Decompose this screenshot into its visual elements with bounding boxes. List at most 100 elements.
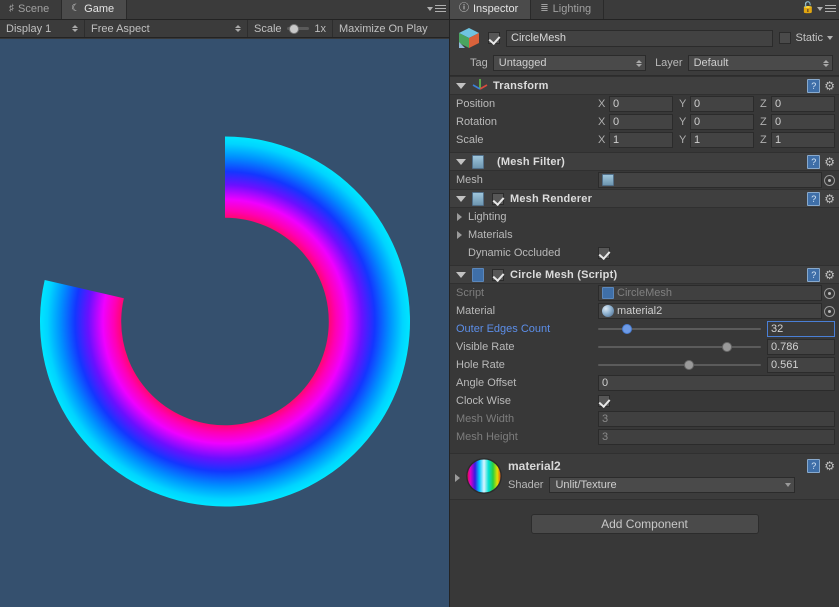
dynamic-occluded-checkbox[interactable] bbox=[598, 247, 610, 259]
rotation-x-input[interactable]: 0 bbox=[609, 114, 673, 130]
scale-x-input[interactable]: 1 bbox=[609, 132, 673, 148]
shader-dropdown[interactable]: Unlit/Texture bbox=[549, 477, 795, 493]
help-book-icon[interactable]: ? bbox=[807, 79, 821, 93]
component-header-mesh-filter[interactable]: (Mesh Filter) ? ⚙ bbox=[450, 152, 839, 171]
mesh-renderer-materials-foldout[interactable]: Materials bbox=[450, 226, 839, 244]
scale-y-input[interactable]: 1 bbox=[690, 132, 754, 148]
gameobject-enabled-checkbox[interactable] bbox=[488, 32, 500, 44]
gameobject-name-input[interactable]: CircleMesh bbox=[506, 29, 774, 47]
foldout-arrow-icon[interactable] bbox=[456, 195, 466, 202]
tag-dropdown[interactable]: Untagged bbox=[492, 55, 647, 71]
tab-lighting[interactable]: ≣ Lighting bbox=[531, 0, 605, 19]
script-object-picker-icon bbox=[824, 287, 835, 299]
game-view-panel: ♯ Scene ☾ Game Display 1 Free Aspect Sca… bbox=[0, 0, 449, 607]
help-book-icon[interactable]: ? bbox=[807, 268, 821, 282]
component-header-icons[interactable]: ? ⚙ bbox=[807, 79, 835, 93]
foldout-arrow-icon[interactable] bbox=[457, 231, 462, 239]
foldout-arrow-icon[interactable] bbox=[455, 474, 460, 482]
display-dropdown[interactable]: Display 1 bbox=[0, 20, 85, 37]
chevron-down-icon[interactable] bbox=[827, 36, 833, 40]
inspector-tab-controls[interactable]: 🔓 bbox=[801, 3, 836, 14]
material-value: material2 bbox=[617, 305, 663, 317]
mesh-renderer-lighting-foldout[interactable]: Lighting bbox=[450, 208, 839, 226]
help-book-icon[interactable]: ? bbox=[807, 192, 821, 206]
visible-rate-input[interactable]: 0.786 bbox=[767, 339, 835, 355]
script-object-field: CircleMesh bbox=[598, 285, 822, 301]
scale-slider-group[interactable]: Scale 1x bbox=[248, 20, 333, 37]
angle-offset-input[interactable]: 0 bbox=[598, 375, 835, 391]
ring-arc-path bbox=[39, 136, 410, 507]
foldout-arrow-icon[interactable] bbox=[456, 158, 466, 165]
maximize-on-play-toggle[interactable]: Maximize On Play bbox=[333, 20, 434, 37]
updown-arrows-icon bbox=[72, 25, 78, 32]
hole-rate-slider[interactable] bbox=[598, 360, 761, 370]
add-component-button[interactable]: Add Component bbox=[530, 514, 759, 534]
static-checkbox[interactable] bbox=[779, 32, 792, 44]
gear-icon[interactable]: ⚙ bbox=[824, 193, 835, 205]
script-enabled-checkbox[interactable] bbox=[492, 268, 504, 281]
grid-icon: ♯ bbox=[9, 3, 14, 14]
lock-icon[interactable]: 🔓 bbox=[801, 3, 815, 14]
layer-dropdown[interactable]: Default bbox=[687, 55, 833, 71]
scale-z-input[interactable]: 1 bbox=[771, 132, 835, 148]
foldout-arrow-icon[interactable] bbox=[456, 271, 466, 278]
material-object-picker-icon[interactable] bbox=[824, 305, 835, 317]
tab-game[interactable]: ☾ Game bbox=[62, 0, 128, 19]
hole-rate-slider-knob[interactable] bbox=[684, 360, 695, 370]
tab-inspector[interactable]: ⓘ Inspector bbox=[450, 0, 532, 19]
help-book-icon[interactable]: ? bbox=[807, 459, 821, 473]
gear-icon[interactable]: ⚙ bbox=[824, 80, 835, 92]
component-header-icons[interactable]: ? ⚙ bbox=[807, 155, 835, 169]
clock-wise-checkbox[interactable] bbox=[598, 395, 610, 407]
scale-slider-knob[interactable] bbox=[289, 23, 300, 34]
foldout-arrow-icon[interactable] bbox=[456, 82, 466, 89]
position-y-input[interactable]: 0 bbox=[690, 96, 754, 112]
aspect-dropdown[interactable]: Free Aspect bbox=[85, 20, 248, 37]
material-object-field[interactable]: material2 bbox=[598, 303, 822, 319]
visible-rate-slider-knob[interactable] bbox=[721, 342, 732, 352]
mesh-object-field[interactable] bbox=[598, 172, 822, 188]
mesh-width-label: Mesh Width bbox=[456, 413, 515, 425]
gear-icon[interactable]: ⚙ bbox=[824, 156, 835, 168]
transform-title: Transform bbox=[493, 79, 549, 92]
tab-scene[interactable]: ♯ Scene bbox=[0, 0, 63, 19]
axis-y-label: Y bbox=[679, 116, 687, 128]
position-label: Position bbox=[456, 98, 496, 110]
gear-icon[interactable]: ⚙ bbox=[824, 460, 835, 472]
material-header-icons[interactable]: ? ⚙ bbox=[807, 459, 835, 473]
position-x-input[interactable]: 0 bbox=[609, 96, 673, 112]
circle-mesh-script-title: Circle Mesh (Script) bbox=[510, 268, 618, 281]
gameobject-header: CircleMesh Static Tag Untagged Layer Def… bbox=[450, 20, 839, 76]
outer-edges-count-slider-knob[interactable] bbox=[622, 324, 633, 334]
component-header-transform[interactable]: Transform ? ⚙ bbox=[450, 76, 839, 95]
game-tab-menu[interactable] bbox=[427, 3, 446, 14]
rotation-y-input[interactable]: 0 bbox=[690, 114, 754, 130]
static-toggle[interactable]: Static bbox=[779, 32, 833, 44]
hole-rate-input[interactable]: 0.561 bbox=[767, 357, 835, 373]
position-z-input[interactable]: 0 bbox=[771, 96, 835, 112]
gear-icon[interactable]: ⚙ bbox=[824, 269, 835, 281]
component-header-circle-mesh-script[interactable]: Circle Mesh (Script) ? ⚙ bbox=[450, 265, 839, 284]
component-header-mesh-renderer[interactable]: Mesh Renderer ? ⚙ bbox=[450, 189, 839, 208]
rotation-label: Rotation bbox=[456, 116, 497, 128]
mesh-renderer-title: Mesh Renderer bbox=[510, 192, 593, 205]
mesh-object-picker-icon[interactable] bbox=[824, 174, 835, 186]
script-field-row: Script CircleMesh bbox=[450, 284, 839, 302]
sliders-icon: ≣ bbox=[540, 3, 549, 14]
mesh-renderer-enabled-checkbox[interactable] bbox=[492, 192, 504, 205]
component-header-icons[interactable]: ? ⚙ bbox=[807, 268, 835, 282]
component-header-icons[interactable]: ? ⚙ bbox=[807, 192, 835, 206]
help-book-icon[interactable]: ? bbox=[807, 155, 821, 169]
game-render-canvas[interactable] bbox=[0, 39, 449, 607]
shader-value: Unlit/Texture bbox=[555, 479, 617, 491]
outer-edges-count-input[interactable]: 32 bbox=[767, 321, 835, 337]
clock-wise-label: Clock Wise bbox=[456, 395, 512, 407]
mesh-label: Mesh bbox=[456, 174, 483, 186]
outer-edges-count-slider[interactable] bbox=[598, 324, 761, 334]
visible-rate-slider[interactable] bbox=[598, 342, 761, 352]
foldout-arrow-icon[interactable] bbox=[457, 213, 462, 221]
scale-slider-track[interactable] bbox=[286, 23, 310, 34]
aspect-dropdown-label: Free Aspect bbox=[91, 22, 150, 35]
axis-y-label: Y bbox=[679, 134, 687, 146]
rotation-z-input[interactable]: 0 bbox=[771, 114, 835, 130]
